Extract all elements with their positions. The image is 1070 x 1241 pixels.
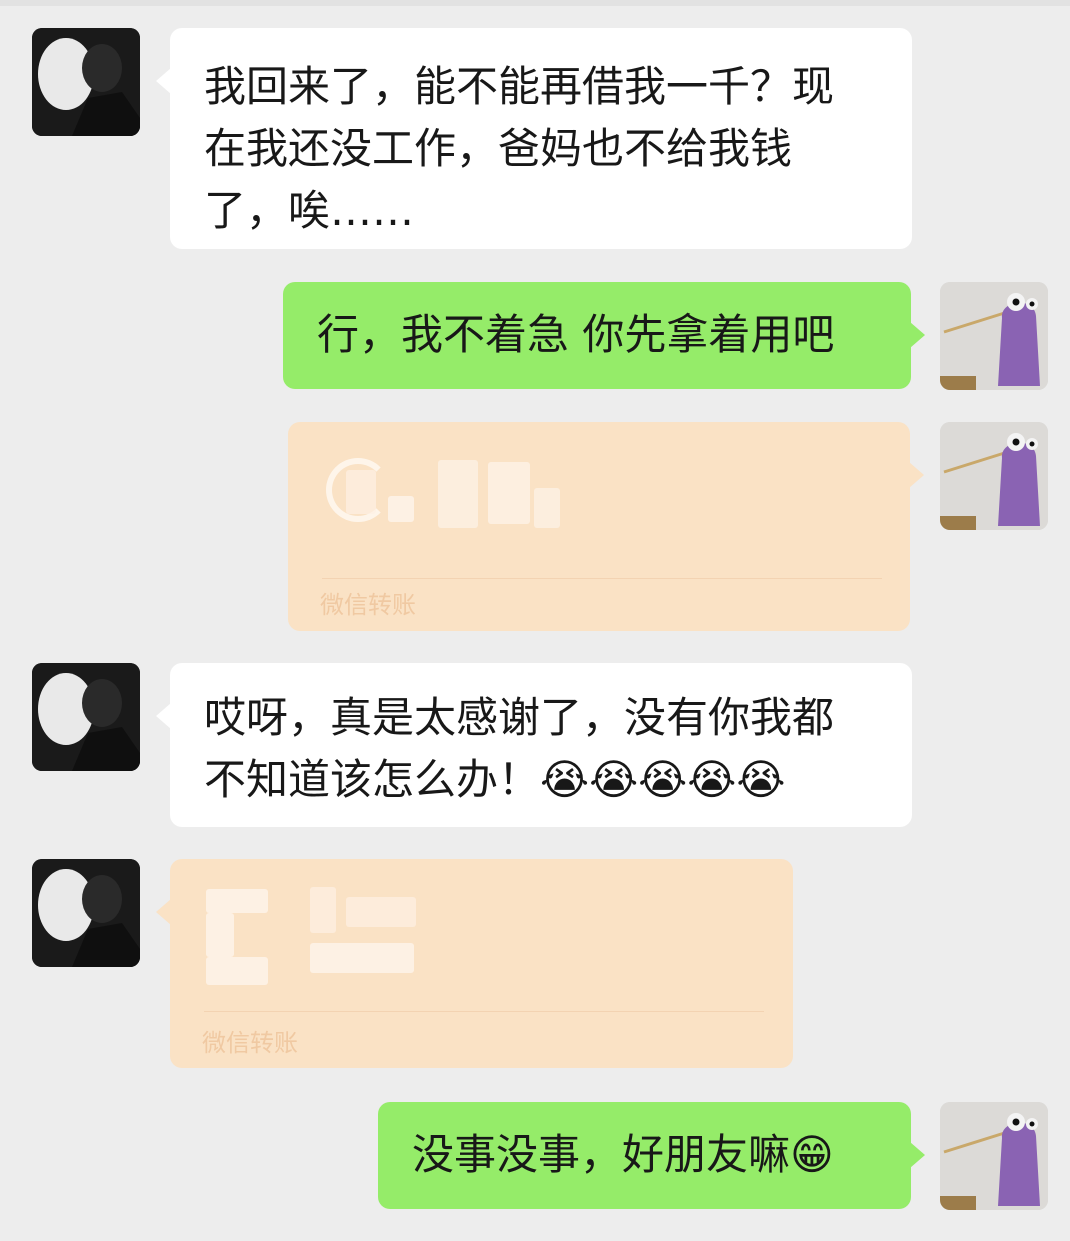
- transfer-card-me[interactable]: 微信转账: [288, 422, 924, 631]
- blurred-amount: [346, 470, 376, 514]
- friend-avatar[interactable]: [32, 859, 140, 967]
- bubble-tail: [156, 703, 171, 729]
- my-avatar[interactable]: [940, 1102, 1048, 1210]
- blurred-amount: [488, 462, 530, 524]
- blurred-amount: [346, 897, 416, 927]
- transfer-divider: [204, 1011, 764, 1012]
- bubble-tail: [910, 322, 925, 348]
- friend-avatar[interactable]: [32, 663, 140, 771]
- message-bubble-me[interactable]: 没事没事，好朋友嘛😁: [378, 1102, 925, 1209]
- blurred-amount: [534, 488, 560, 528]
- transfer-icon: [206, 957, 268, 985]
- message-text: 我回来了，能不能再借我一千？现 在我还没工作，爸妈也不给我钱 了，唉……: [204, 62, 835, 235]
- transfer-icon: [206, 889, 268, 913]
- top-divider: [0, 0, 1070, 6]
- my-avatar[interactable]: [940, 282, 1048, 390]
- blurred-amount: [310, 887, 336, 933]
- message-text: 没事没事，好朋友嘛: [412, 1130, 791, 1179]
- friend-avatar[interactable]: [32, 28, 140, 136]
- bubble-tail: [156, 68, 171, 94]
- message-bubble-friend[interactable]: 哎呀，真是太感谢了，没有你我都 不知道该怎么办！😭😭😭😭😭: [156, 663, 912, 827]
- blurred-amount: [388, 496, 414, 522]
- bubble-tail: [910, 1142, 925, 1168]
- bubble-tail: [156, 899, 171, 925]
- blurred-amount: [310, 943, 414, 973]
- transfer-label: 微信转账: [320, 591, 416, 619]
- bubble-tail: [909, 462, 924, 488]
- transfer-icon: [206, 913, 234, 957]
- message-text: 行，我不着急 你先拿着用吧: [317, 310, 835, 359]
- transfer-divider: [322, 578, 882, 579]
- blurred-amount: [438, 460, 478, 528]
- transfer-card-friend[interactable]: 微信转账: [156, 859, 793, 1068]
- my-avatar[interactable]: [940, 422, 1048, 530]
- crying-emoji-icon: 😭😭😭😭😭: [540, 755, 786, 804]
- transfer-label: 微信转账: [202, 1029, 298, 1057]
- grinning-emoji-icon: 😁: [790, 1130, 834, 1179]
- message-bubble-me[interactable]: 行，我不着急 你先拿着用吧: [283, 282, 925, 389]
- message-bubble-friend[interactable]: 我回来了，能不能再借我一千？现 在我还没工作，爸妈也不给我钱 了，唉……: [156, 28, 912, 249]
